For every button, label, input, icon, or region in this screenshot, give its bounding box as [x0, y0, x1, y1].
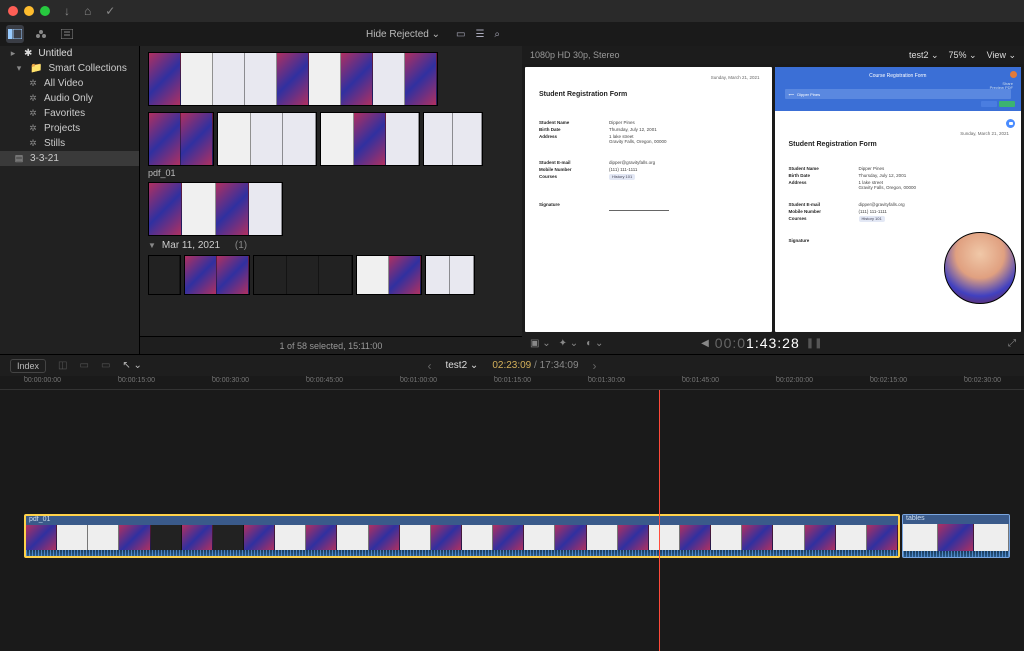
clip-thumbnail[interactable] [184, 255, 250, 295]
viewer-timecode[interactable]: 00:01:43:28 [715, 335, 800, 352]
enhance-tool-icon[interactable]: ✦ ⌄ [559, 338, 579, 349]
zoom-menu[interactable]: 75% ⌄ [949, 50, 977, 61]
background-tasks-icon[interactable]: ✓ [105, 4, 115, 18]
titles-sidebar-toggle[interactable] [58, 25, 76, 43]
minimize-window-icon[interactable] [24, 6, 34, 16]
clip-appearance-icon[interactable]: ▭ [456, 29, 465, 40]
play-forward-icon[interactable]: ❚❚ [806, 338, 823, 349]
clip-thumbnail[interactable] [253, 255, 353, 295]
connect-tool-icon[interactable]: ◫ [58, 360, 67, 371]
timeline-clip-tables[interactable]: tables [902, 514, 1010, 558]
clip-label: pdf_01 [148, 168, 514, 178]
viewer-canvas[interactable]: Sunday, March 21, 2021 Student Registrat… [522, 64, 1024, 332]
viewer-header: 1080p HD 30p, Stereo test2 ⌄ 75% ⌄ View … [522, 46, 1024, 64]
clip-thumbnail[interactable] [148, 182, 283, 236]
import-icon[interactable]: ↓ [64, 4, 70, 18]
primary-storyline[interactable]: pdf_01 tables [24, 514, 1010, 558]
clip-thumbnail[interactable] [217, 112, 317, 166]
playhead[interactable] [659, 390, 660, 651]
clip-thumbnail[interactable] [425, 255, 475, 295]
view-menu[interactable]: View ⌄ [987, 50, 1016, 61]
insert-tool-icon[interactable]: ▭ [79, 360, 88, 371]
library-sidebar-toggle[interactable] [6, 25, 24, 43]
fullscreen-icon[interactable]: ⤢ [1008, 338, 1016, 349]
viewer: 1080p HD 30p, Stereo test2 ⌄ 75% ⌄ View … [522, 46, 1024, 354]
sidebar-event-row[interactable]: ▤3-3-21 [0, 151, 139, 166]
library-row[interactable]: ▸✱Untitled [0, 46, 139, 61]
clip-thumbnail[interactable] [423, 112, 483, 166]
sidebar-item-favorites[interactable]: ✲Favorites [0, 106, 139, 121]
clip-browser[interactable]: pdf_01 ▼ Mar 11, 2021 (1) 1 of 58 select… [140, 46, 522, 354]
preview-page-left: Sunday, March 21, 2021 Student Registrat… [525, 67, 772, 332]
arrow-tool-icon[interactable]: ↖ ⌄ [122, 360, 142, 371]
timeline-ruler[interactable]: 00:00:00:00 00:00:15:00 00:00:30:00 00:0… [0, 376, 1024, 390]
clip-thumbnail[interactable] [148, 52, 438, 106]
avatar-icon [1010, 71, 1017, 78]
browser-section-header[interactable]: ▼ Mar 11, 2021 (1) [148, 236, 514, 255]
clip-thumbnail[interactable] [356, 255, 422, 295]
viewer-format-label: 1080p HD 30p, Stereo [530, 50, 620, 60]
timeline-project-menu[interactable]: test2 ⌄ [445, 360, 478, 371]
append-tool-icon[interactable]: ▭ [101, 360, 110, 371]
clip-thumbnail[interactable] [320, 112, 420, 166]
sidebar-item-projects[interactable]: ✲Projects [0, 121, 139, 136]
smart-collections-row[interactable]: ▾📁Smart Collections [0, 61, 139, 76]
timeline-history-back-icon[interactable]: ‹ [427, 359, 431, 373]
list-view-icon[interactable]: ☰ [475, 29, 484, 40]
sidebar-item-audio-only[interactable]: ✲Audio Only [0, 91, 139, 106]
sidebar-item-stills[interactable]: ✲Stills [0, 136, 139, 151]
hide-rejected-menu[interactable]: Hide Rejected ⌄ [360, 27, 446, 42]
chat-icon [1006, 119, 1015, 128]
viewer-project-menu[interactable]: test2 ⌄ [909, 50, 939, 61]
timeline-clip-pdf01[interactable]: pdf_01 [24, 514, 900, 558]
clip-thumbnail[interactable] [148, 112, 214, 166]
timeline[interactable]: pdf_01 tables [0, 390, 1024, 651]
titlebar: ↓ ⌂ ✓ [0, 0, 1024, 22]
facetime-overlay [944, 232, 1016, 304]
viewer-controls: ▣ ⌄ ✦ ⌄ ◐ ⌄ ◀ 00:01:43:28 ❚❚ ⤢ [522, 332, 1024, 354]
timeline-duration: 17:34:09 [540, 360, 579, 371]
library-sidebar: ▸✱Untitled ▾📁Smart Collections ✲All Vide… [0, 46, 140, 354]
timeline-header: Index ◫ ▭ ▭ ↖ ⌄ ‹ test2 ⌄ 02:23:09 / 17:… [0, 354, 1024, 376]
retime-tool-icon[interactable]: ◐ ⌄ [586, 338, 603, 349]
close-window-icon[interactable] [8, 6, 18, 16]
photos-sidebar-toggle[interactable] [32, 25, 50, 43]
window-controls [8, 6, 50, 16]
clip-thumbnail[interactable] [148, 255, 181, 295]
toolbar: Hide Rejected ⌄ ▭ ☰ ⌕ [0, 22, 1024, 46]
maximize-window-icon[interactable] [40, 6, 50, 16]
filter-icon[interactable]: ⌕ [494, 29, 500, 40]
sidebar-item-all-video[interactable]: ✲All Video [0, 76, 139, 91]
timeline-index-button[interactable]: Index [10, 359, 46, 373]
play-backward-icon[interactable]: ◀ [701, 338, 709, 349]
transform-tool-icon[interactable]: ▣ ⌄ [530, 338, 551, 349]
browser-footer: 1 of 58 selected, 15:11:00 [140, 336, 522, 354]
keyword-icon[interactable]: ⌂ [84, 4, 91, 18]
timeline-position: 02:23:09 [492, 360, 531, 371]
timeline-history-fwd-icon[interactable]: › [593, 359, 597, 373]
